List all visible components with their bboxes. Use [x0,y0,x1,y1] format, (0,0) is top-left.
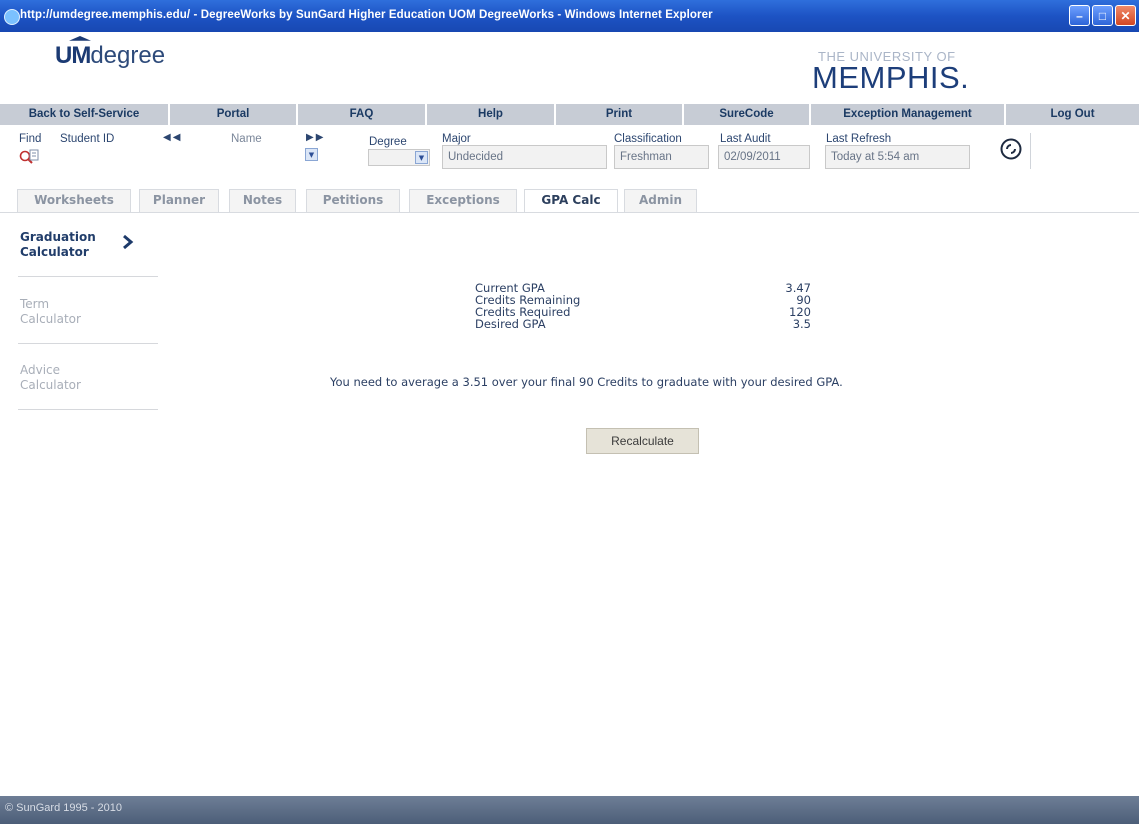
tab-petitions[interactable]: Petitions [306,189,400,212]
tab-admin[interactable]: Admin [624,189,697,212]
first-prev-icon[interactable]: ◀◀ [163,132,182,143]
copyright-text: © SunGard 1995 - 2010 [5,802,122,814]
nav-exception-management[interactable]: Exception Management [811,104,1006,125]
major-label: Major [442,133,471,145]
term-calculator-line2: Calculator [20,312,81,326]
university-name: MEMPHIS. [812,60,970,95]
classification-field: Freshman [614,145,709,169]
nav-log-out[interactable]: Log Out [1006,104,1139,125]
advice-calculator-link[interactable]: Advice Calculator [20,363,81,393]
nav-help[interactable]: Help [427,104,556,125]
tab-exceptions[interactable]: Exceptions [409,189,517,212]
last-refresh-field: Today at 5:54 am [825,145,970,169]
advice-calculator-line1: Advice [20,363,61,377]
menu-separator [18,276,158,277]
nav-faq[interactable]: FAQ [298,104,427,125]
degree-select[interactable]: ▼ [368,149,430,166]
advice-calculator-line2: Calculator [20,378,81,392]
logo-um: UM [55,42,91,69]
maximize-icon[interactable]: □ [1092,5,1113,26]
menu-separator [18,409,158,410]
tab-gpa-calc[interactable]: GPA Calc [524,189,618,213]
last-audit-label: Last Audit [720,133,771,145]
desired-gpa-label: Desired GPA [475,317,546,331]
nav-portal[interactable]: Portal [170,104,298,125]
classification-label: Classification [614,133,682,145]
graduation-calculator-line2: Calculator [20,245,89,259]
ie-icon [4,9,20,25]
tab-divider [0,212,1139,213]
desired-gpa-value: 3.5 [792,317,811,331]
degree-dropdown-icon[interactable]: ▼ [415,151,428,164]
tab-planner[interactable]: Planner [139,189,219,212]
window-title: http://umdegree.memphis.edu/ - DegreeWor… [20,9,713,21]
student-dropdown-icon[interactable]: ▼ [305,148,318,161]
last-audit-field: 02/09/2011 [718,145,810,169]
nav-back-to-self-service[interactable]: Back to Self-Service [0,104,170,125]
major-field: Undecided [442,145,607,169]
find-label: Find [19,133,42,145]
divider [1030,133,1031,169]
find-icon[interactable] [19,149,39,164]
graduation-calculator-line1: Graduation [20,230,96,244]
close-icon[interactable]: ✕ [1115,5,1136,26]
last-refresh-label: Last Refresh [826,133,892,145]
tab-notes[interactable]: Notes [229,189,296,212]
umdegree-logo: UMdegree [55,36,166,70]
term-calculator-line1: Term [20,297,50,311]
degree-label: Degree [369,136,407,148]
menu-separator [18,343,158,344]
next-last-icon[interactable]: ▶▶ [306,132,325,143]
minimize-icon[interactable]: – [1069,5,1090,26]
window-titlebar: http://umdegree.memphis.edu/ - DegreeWor… [0,0,1139,32]
nav-surecode[interactable]: SureCode [684,104,811,125]
result-message: You need to average a 3.51 over your fin… [330,375,843,389]
logo-degree: degree [90,42,166,69]
footer: © SunGard 1995 - 2010 [0,796,1139,824]
term-calculator-link[interactable]: Term Calculator [20,297,81,327]
main-nav: Back to Self-Service Portal FAQ Help Pri… [0,104,1139,125]
chevron-right-icon [122,234,134,253]
tab-worksheets[interactable]: Worksheets [17,189,131,212]
graduation-calculator-link[interactable]: Graduation Calculator [20,230,96,260]
student-id-label: Student ID [60,133,115,145]
name-label: Name [231,133,262,145]
nav-print[interactable]: Print [556,104,684,125]
recalculate-button[interactable]: Recalculate [586,428,699,454]
refresh-icon[interactable] [1000,138,1022,160]
